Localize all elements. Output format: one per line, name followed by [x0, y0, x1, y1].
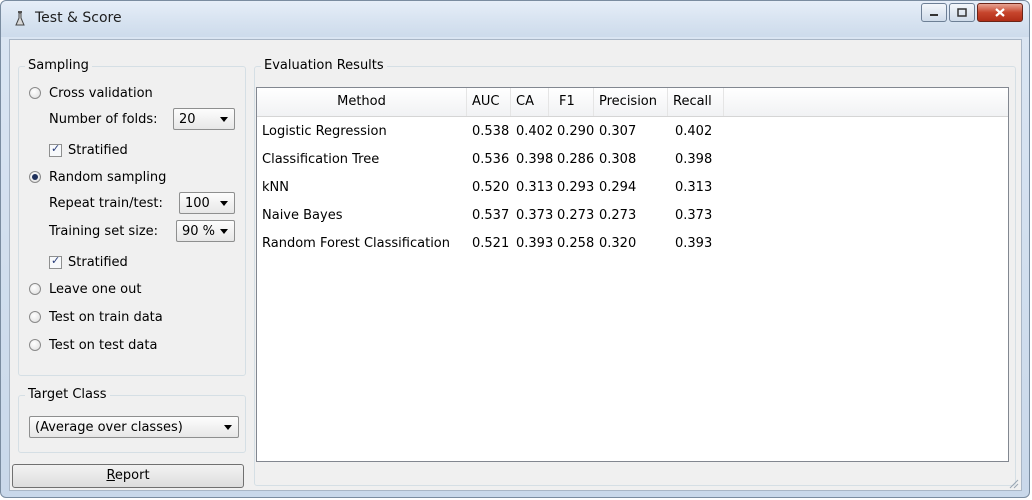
test-on-test-radio[interactable]: Test on test data — [29, 336, 157, 354]
f1-cell: 0.258 — [557, 236, 595, 251]
column-header-precision[interactable]: Precision — [594, 88, 668, 116]
target-class-group: Target Class (Average over classes) — [18, 387, 246, 453]
stratified-rs-label: Stratified — [68, 254, 128, 270]
results-table[interactable]: Method AUC CA F1 Precision Recall Logist… — [256, 87, 1009, 462]
stratified-cv-label: Stratified — [68, 142, 128, 158]
test-on-train-label: Test on train data — [49, 309, 163, 325]
repeat-train-test-combo[interactable]: 100 — [179, 192, 235, 214]
radio-indicator — [29, 339, 41, 351]
window-controls — [921, 3, 1023, 22]
report-label: eport — [114, 468, 150, 483]
radio-indicator — [29, 283, 41, 295]
close-icon — [995, 8, 1005, 17]
ca-cell: 0.402 — [516, 124, 554, 139]
chevron-down-icon — [220, 229, 228, 234]
stratified-rs-checkbox[interactable]: Stratified — [49, 253, 128, 271]
cross-validation-label: Cross validation — [49, 85, 153, 101]
precision-cell: 0.273 — [599, 208, 637, 223]
table-row[interactable]: Naive Bayes 0.537 0.373 0.273 0.273 0.37… — [257, 202, 1008, 230]
precision-cell: 0.294 — [599, 180, 637, 195]
report-button[interactable]: Report — [12, 464, 244, 488]
column-header-ca[interactable]: CA — [511, 88, 549, 116]
flask-icon — [15, 11, 25, 26]
column-header-method[interactable]: Method — [257, 88, 467, 116]
f1-cell: 0.290 — [557, 124, 595, 139]
precision-cell: 0.320 — [599, 236, 637, 251]
resize-grip-icon[interactable] — [1007, 477, 1019, 489]
method-cell: Logistic Regression — [262, 124, 387, 139]
report-mnemonic: R — [106, 468, 115, 483]
column-header-recall[interactable]: Recall — [668, 88, 724, 116]
ca-cell: 0.313 — [516, 180, 554, 195]
f1-cell: 0.286 — [557, 152, 595, 167]
evaluation-results-title: Evaluation Results — [261, 58, 387, 73]
recall-cell: 0.398 — [675, 152, 713, 167]
number-of-folds-combo[interactable]: 20 — [173, 108, 235, 130]
table-row[interactable]: Random Forest Classification 0.521 0.393… — [257, 230, 1008, 258]
repeat-train-test-value: 100 — [185, 195, 210, 211]
leave-one-out-radio[interactable]: Leave one out — [29, 280, 141, 298]
radio-indicator — [29, 171, 41, 183]
sampling-group-title: Sampling — [25, 58, 92, 73]
method-cell: Classification Tree — [262, 152, 380, 167]
ca-cell: 0.373 — [516, 208, 554, 223]
random-sampling-radio[interactable]: Random sampling — [29, 168, 166, 186]
repeat-train-test-label: Repeat train/test: — [49, 196, 163, 211]
auc-cell: 0.538 — [472, 124, 510, 139]
column-header-f1[interactable]: F1 — [549, 88, 594, 116]
ca-cell: 0.393 — [516, 236, 554, 251]
maximize-button[interactable] — [949, 3, 975, 22]
sampling-group: Sampling Cross validation Number of fold… — [18, 58, 246, 376]
close-button[interactable] — [977, 3, 1023, 22]
ca-cell: 0.398 — [516, 152, 554, 167]
precision-cell: 0.307 — [599, 124, 637, 139]
minimize-icon — [930, 13, 938, 16]
radio-indicator — [29, 311, 41, 323]
chevron-down-icon — [220, 201, 228, 206]
auc-cell: 0.521 — [472, 236, 510, 251]
training-set-size-combo[interactable]: 90 % — [176, 220, 235, 242]
test-on-train-radio[interactable]: Test on train data — [29, 308, 163, 326]
recall-cell: 0.393 — [675, 236, 713, 251]
recall-cell: 0.402 — [675, 124, 713, 139]
radio-indicator — [29, 87, 41, 99]
test-on-test-label: Test on test data — [49, 337, 158, 353]
auc-cell: 0.536 — [472, 152, 510, 167]
target-class-value: (Average over classes) — [35, 419, 183, 435]
stratified-cv-checkbox[interactable]: Stratified — [49, 141, 128, 159]
table-row[interactable]: Classification Tree 0.536 0.398 0.286 0.… — [257, 146, 1008, 174]
cross-validation-radio[interactable]: Cross validation — [29, 84, 153, 102]
target-class-combo[interactable]: (Average over classes) — [29, 416, 239, 438]
table-row[interactable]: kNN 0.520 0.313 0.293 0.294 0.313 — [257, 174, 1008, 202]
table-row[interactable]: Logistic Regression 0.538 0.402 0.290 0.… — [257, 118, 1008, 146]
chevron-down-icon — [224, 425, 232, 430]
recall-cell: 0.313 — [675, 180, 713, 195]
precision-cell: 0.308 — [599, 152, 637, 167]
maximize-icon — [957, 8, 967, 17]
app-window: Test & Score Sampling Cross validation N… — [0, 0, 1030, 498]
chevron-down-icon — [220, 117, 228, 122]
f1-cell: 0.273 — [557, 208, 595, 223]
leave-one-out-label: Leave one out — [49, 281, 142, 297]
minimize-button[interactable] — [921, 3, 947, 22]
auc-cell: 0.520 — [472, 180, 510, 195]
random-sampling-label: Random sampling — [49, 169, 167, 185]
check-indicator — [49, 254, 62, 269]
column-header-auc[interactable]: AUC — [467, 88, 511, 116]
check-indicator — [49, 142, 62, 157]
method-cell: Naive Bayes — [262, 208, 343, 223]
number-of-folds-value: 20 — [179, 111, 196, 127]
number-of-folds-label: Number of folds: — [49, 112, 158, 127]
training-set-size-value: 90 % — [182, 223, 216, 239]
window-title: Test & Score — [35, 10, 122, 26]
title-bar[interactable]: Test & Score — [1, 1, 1029, 37]
target-class-title: Target Class — [25, 387, 110, 402]
recall-cell: 0.373 — [675, 208, 713, 223]
f1-cell: 0.293 — [557, 180, 595, 195]
method-cell: kNN — [262, 180, 289, 195]
table-header: Method AUC CA F1 Precision Recall — [257, 88, 1008, 117]
method-cell: Random Forest Classification — [262, 236, 450, 251]
auc-cell: 0.537 — [472, 208, 510, 223]
training-set-size-label: Training set size: — [49, 224, 159, 239]
